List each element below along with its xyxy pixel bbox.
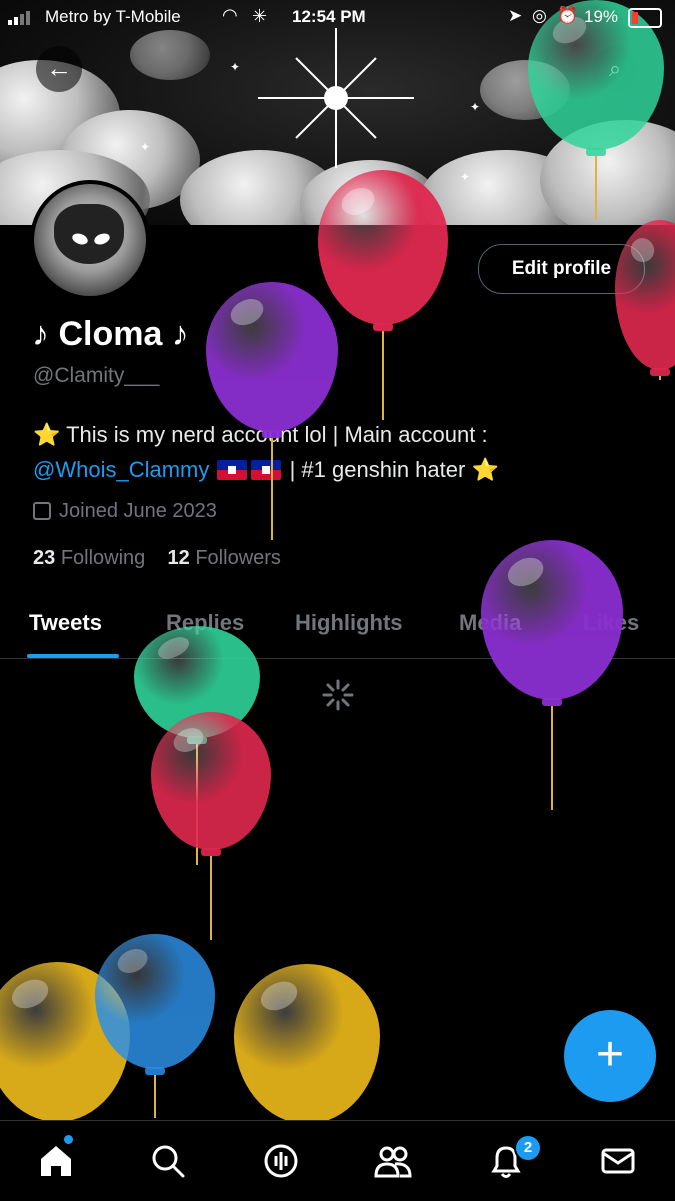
compose-tweet-button[interactable]: + — [564, 1010, 656, 1102]
notification-count-badge: 2 — [514, 1134, 542, 1162]
orientation-lock-icon: ◎ — [532, 6, 547, 25]
following-link[interactable]: 23 Following — [33, 547, 145, 569]
location-icon: ➤ — [508, 6, 523, 25]
followers-count: 12 — [167, 547, 190, 569]
bottom-navigation — [0, 1120, 675, 1201]
balloon — [206, 282, 338, 432]
communities-icon[interactable] — [373, 1141, 413, 1181]
wifi-icon: ◠ — [222, 5, 238, 25]
activity-icon: ✳ — [252, 6, 268, 26]
clock: 12:54 PM — [292, 7, 366, 26]
balloon-knot — [542, 698, 562, 706]
tab-highlights[interactable]: Highlights — [295, 610, 403, 636]
following-count: 23 — [33, 547, 56, 569]
carrier-label: Metro by T-Mobile — [45, 7, 181, 26]
followers-label: Followers — [195, 547, 281, 569]
back-button[interactable]: ← — [36, 46, 82, 92]
balloon-string — [382, 331, 384, 420]
username-handle: @Clamity___ — [33, 364, 160, 387]
loading-spinner-icon — [322, 679, 354, 711]
bio-text-rest: | #1 genshin hater ⭐ — [283, 457, 499, 482]
balloon-string — [210, 856, 212, 940]
follow-stats: 23 Following 12 Followers — [33, 547, 281, 570]
search-icon[interactable] — [148, 1141, 188, 1181]
balloon — [318, 170, 448, 325]
balloon-knot — [373, 323, 393, 331]
balloon-knot — [145, 1067, 165, 1075]
haiti-flag-icon — [251, 460, 282, 480]
join-date: Joined June 2023 — [33, 500, 217, 523]
balloon-knot — [586, 148, 606, 156]
haiti-flag-icon — [217, 460, 248, 480]
balloon — [151, 712, 271, 850]
status-bar: Metro by T-Mobile ◠ ✳ 12:54 PM ➤ ◎ ⏰ 19% — [0, 0, 675, 36]
alarm-icon: ⏰ — [557, 6, 579, 25]
arrow-left-icon: ← — [46, 53, 72, 83]
home-unread-dot — [64, 1135, 73, 1144]
balloon — [615, 220, 675, 370]
balloon-string — [595, 156, 597, 220]
display-name: ♪ Cloma ♪ — [32, 315, 189, 353]
plus-icon: + — [595, 1028, 625, 1081]
battery-percent: 19% — [584, 7, 619, 26]
balloon-string — [659, 376, 661, 380]
balloon — [95, 934, 215, 1069]
following-label: Following — [60, 547, 146, 569]
spaces-icon[interactable] — [261, 1141, 301, 1181]
battery-icon — [628, 8, 662, 28]
avatar[interactable] — [30, 180, 150, 300]
profile-bio: ⭐ This is my nerd account lol | Main acc… — [33, 417, 653, 487]
balloon-string — [154, 1075, 156, 1118]
balloon — [234, 964, 380, 1124]
sparkle-star-icon — [258, 28, 414, 168]
active-tab-indicator — [27, 654, 119, 658]
mail-icon[interactable] — [598, 1141, 638, 1181]
followers-link[interactable]: 12 Followers — [168, 547, 281, 569]
signal-icon — [8, 11, 30, 25]
home-icon[interactable] — [36, 1141, 76, 1181]
tab-tweets[interactable]: Tweets — [29, 610, 102, 636]
join-date-text: Joined June 2023 — [59, 500, 217, 522]
balloon-string — [271, 438, 273, 540]
balloon-knot — [262, 430, 282, 438]
balloon-knot — [201, 848, 221, 856]
balloon-knot — [650, 368, 670, 376]
balloon — [481, 540, 623, 700]
balloon-string — [551, 706, 553, 810]
calendar-icon — [33, 502, 51, 520]
bio-mention-link[interactable]: @Whois_Clammy — [33, 457, 209, 482]
